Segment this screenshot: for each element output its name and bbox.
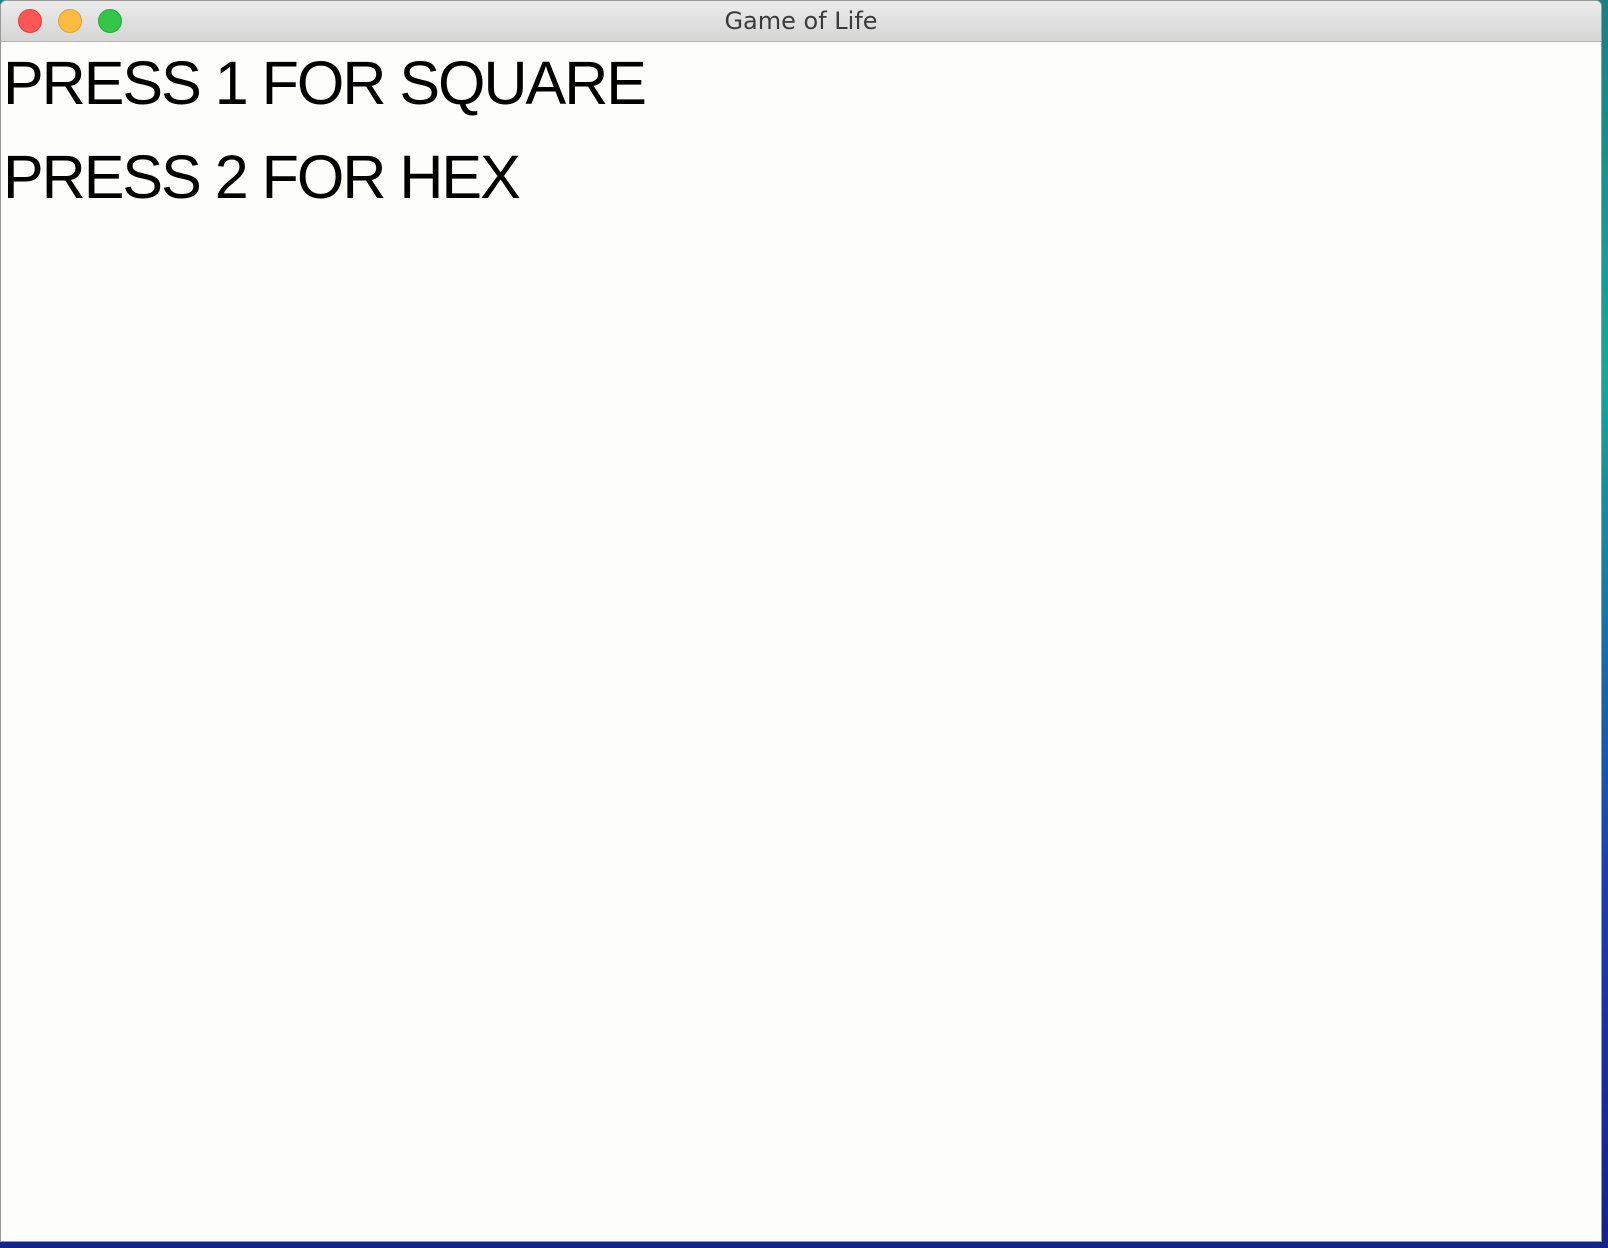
app-window: Game of Life PRESS 1 FOR SQUARE PRESS 2 … — [0, 0, 1602, 1242]
title-bar[interactable]: Game of Life — [1, 1, 1601, 42]
game-canvas[interactable]: PRESS 1 FOR SQUARE PRESS 2 FOR HEX — [1, 42, 1601, 1241]
window-title: Game of Life — [724, 7, 878, 35]
hex-mode-instruction: PRESS 2 FOR HEX — [3, 143, 521, 211]
square-mode-instruction: PRESS 1 FOR SQUARE — [3, 49, 647, 117]
